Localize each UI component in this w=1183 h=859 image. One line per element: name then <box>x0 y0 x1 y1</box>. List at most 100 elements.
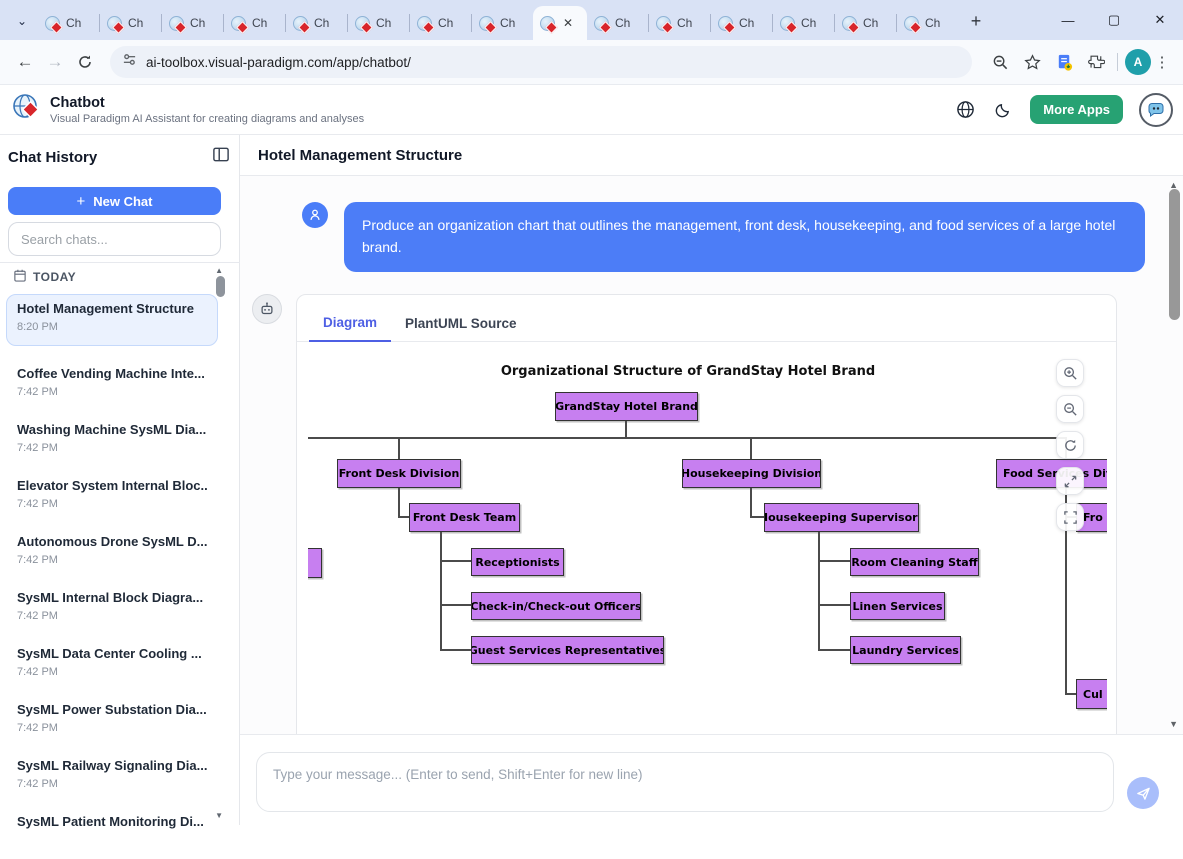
org-node-housekeeping-division: Housekeeping Division <box>682 459 821 488</box>
close-button[interactable]: ✕ <box>1137 0 1183 40</box>
tab-title: Ch <box>739 16 754 30</box>
site-settings-icon[interactable] <box>122 52 137 72</box>
maximize-button[interactable]: ▢ <box>1091 0 1137 40</box>
chat-list-item[interactable]: Hotel Management Structure 8:20 PM <box>6 294 218 346</box>
main-content: Hotel Management Structure Produce an or… <box>240 135 1183 825</box>
extensions-puzzle-icon[interactable] <box>1082 48 1110 76</box>
chatbot-logo <box>10 91 42 128</box>
connector-line <box>398 488 400 518</box>
chatbot-bubble-icon[interactable] <box>1139 93 1173 127</box>
new-tab-button[interactable]: + <box>962 7 990 35</box>
chat-list-item[interactable]: SysML Data Center Cooling ... 7:42 PM <box>6 639 218 691</box>
chat-list-item[interactable]: Elevator System Internal Bloc... 7:42 PM <box>6 471 218 523</box>
chat-list-item[interactable]: Coffee Vending Machine Inte... 7:42 PM <box>6 359 218 411</box>
browser-tab[interactable]: Ch <box>348 6 409 40</box>
tab-title: Ch <box>615 16 630 30</box>
connector-line <box>440 649 471 651</box>
fit-to-screen-button[interactable] <box>1056 503 1084 531</box>
chat-item-title: Coffee Vending Machine Inte... <box>17 366 207 381</box>
browser-tab[interactable]: Ch <box>835 6 896 40</box>
tab-title: Ch <box>863 16 878 30</box>
diagram-viewport[interactable]: Organizational Structure of GrandStay Ho… <box>308 342 1107 735</box>
url-text[interactable]: ai-toolbox.visual-paradigm.com/app/chatb… <box>146 55 411 70</box>
chat-history-sidebar: Chat History + New Chat TODAY Hotel Mana… <box>0 135 240 825</box>
back-icon[interactable]: ← <box>10 47 40 77</box>
browser-tab[interactable]: Ch <box>286 6 347 40</box>
profile-avatar[interactable]: A <box>1125 49 1151 75</box>
zoom-level-icon[interactable] <box>986 48 1014 76</box>
browser-tab[interactable]: Ch <box>773 6 834 40</box>
browser-tab[interactable]: Ch <box>410 6 471 40</box>
active-tab[interactable]: ✕ <box>533 6 587 40</box>
sidebar-scrollbar-thumb[interactable] <box>216 276 225 297</box>
tab-title: Ch <box>190 16 205 30</box>
browser-tab[interactable]: Ch <box>897 6 958 40</box>
connector-line <box>440 532 442 651</box>
chat-list-item[interactable]: SysML Railway Signaling Dia... 7:42 PM <box>6 751 218 803</box>
org-node-front-desk-team: Front Desk Team <box>409 503 520 532</box>
chat-list-item[interactable]: Washing Machine SysML Dia... 7:42 PM <box>6 415 218 467</box>
window-controls: — ▢ ✕ <box>1045 0 1183 40</box>
chat-list-item[interactable]: SysML Patient Monitoring Di... <box>6 807 218 859</box>
sidebar-scroll-down-arrow[interactable]: ▼ <box>215 811 223 820</box>
chat-messages-area[interactable]: Produce an organization chart that outli… <box>240 176 1183 735</box>
send-button[interactable] <box>1127 777 1159 809</box>
chat-item-time: 7:42 PM <box>17 386 207 398</box>
reset-view-button[interactable] <box>1056 431 1084 459</box>
expand-fullscreen-button[interactable] <box>1056 467 1084 495</box>
browser-tab[interactable]: Ch <box>472 6 533 40</box>
visual-paradigm-favicon <box>718 16 733 31</box>
new-chat-button[interactable]: + New Chat <box>8 187 221 215</box>
tab-diagram[interactable]: Diagram <box>309 315 391 342</box>
reload-icon[interactable] <box>70 47 100 77</box>
chat-item-title: Elevator System Internal Bloc... <box>17 478 207 493</box>
collapse-panel-icon[interactable] <box>213 147 229 167</box>
org-node-receptionists: Receptionists <box>471 548 564 576</box>
browser-tab[interactable]: Ch <box>162 6 223 40</box>
tab-search-button[interactable]: ⌄ <box>8 7 36 35</box>
org-node-checkin-checkout-officers: Check-in/Check-out Officers <box>471 592 641 620</box>
docs-extension-icon[interactable] <box>1050 48 1078 76</box>
visual-paradigm-favicon <box>780 16 795 31</box>
tab-plantuml-source[interactable]: PlantUML Source <box>391 316 531 341</box>
app-subtitle: Visual Paradigm AI Assistant for creatin… <box>50 113 364 125</box>
connector-line <box>625 421 627 438</box>
chat-list-item[interactable]: SysML Power Substation Dia... 7:42 PM <box>6 695 218 747</box>
browser-tab[interactable]: Ch <box>38 6 99 40</box>
visual-paradigm-favicon <box>479 16 494 31</box>
chat-scroll-down-arrow[interactable]: ▼ <box>1169 719 1178 729</box>
calendar-icon <box>14 269 26 285</box>
browser-tab[interactable]: Ch <box>100 6 161 40</box>
connector-line <box>1065 693 1076 695</box>
user-avatar <box>302 202 328 228</box>
chrome-menu-icon[interactable]: ⋮ <box>1151 53 1173 71</box>
chat-list-item[interactable]: Autonomous Drone SysML D... 7:42 PM <box>6 527 218 579</box>
tab-close-icon[interactable]: ✕ <box>563 16 573 30</box>
visual-paradigm-favicon <box>45 16 60 31</box>
dark-mode-moon-icon[interactable] <box>992 99 1014 121</box>
more-apps-button[interactable]: More Apps <box>1030 95 1123 124</box>
message-input[interactable] <box>256 752 1114 812</box>
forward-icon[interactable]: → <box>40 47 70 77</box>
search-chats-input[interactable] <box>8 222 221 256</box>
chat-item-time: 7:42 PM <box>17 610 207 622</box>
sidebar-scroll-up-arrow[interactable]: ▲ <box>215 266 223 275</box>
bookmark-star-icon[interactable] <box>1018 48 1046 76</box>
user-message-bubble: Produce an organization chart that outli… <box>344 202 1145 272</box>
chat-item-time: 7:42 PM <box>17 778 207 790</box>
browser-tab[interactable]: Ch <box>711 6 772 40</box>
connector-line <box>750 488 752 518</box>
today-label: TODAY <box>33 270 76 284</box>
address-bar[interactable]: ai-toolbox.visual-paradigm.com/app/chatb… <box>110 46 972 78</box>
language-globe-icon[interactable] <box>954 99 976 121</box>
zoom-in-button[interactable] <box>1056 359 1084 387</box>
chat-scrollbar-thumb[interactable] <box>1169 189 1180 320</box>
browser-tab[interactable]: Ch <box>649 6 710 40</box>
browser-tab[interactable]: Ch <box>587 6 648 40</box>
chat-list-item[interactable]: SysML Internal Block Diagra... 7:42 PM <box>6 583 218 635</box>
browser-tab[interactable]: Ch <box>224 6 285 40</box>
minimize-button[interactable]: — <box>1045 0 1091 40</box>
zoom-out-button[interactable] <box>1056 395 1084 423</box>
tab-title: Ch <box>128 16 143 30</box>
connector-line <box>750 437 752 459</box>
